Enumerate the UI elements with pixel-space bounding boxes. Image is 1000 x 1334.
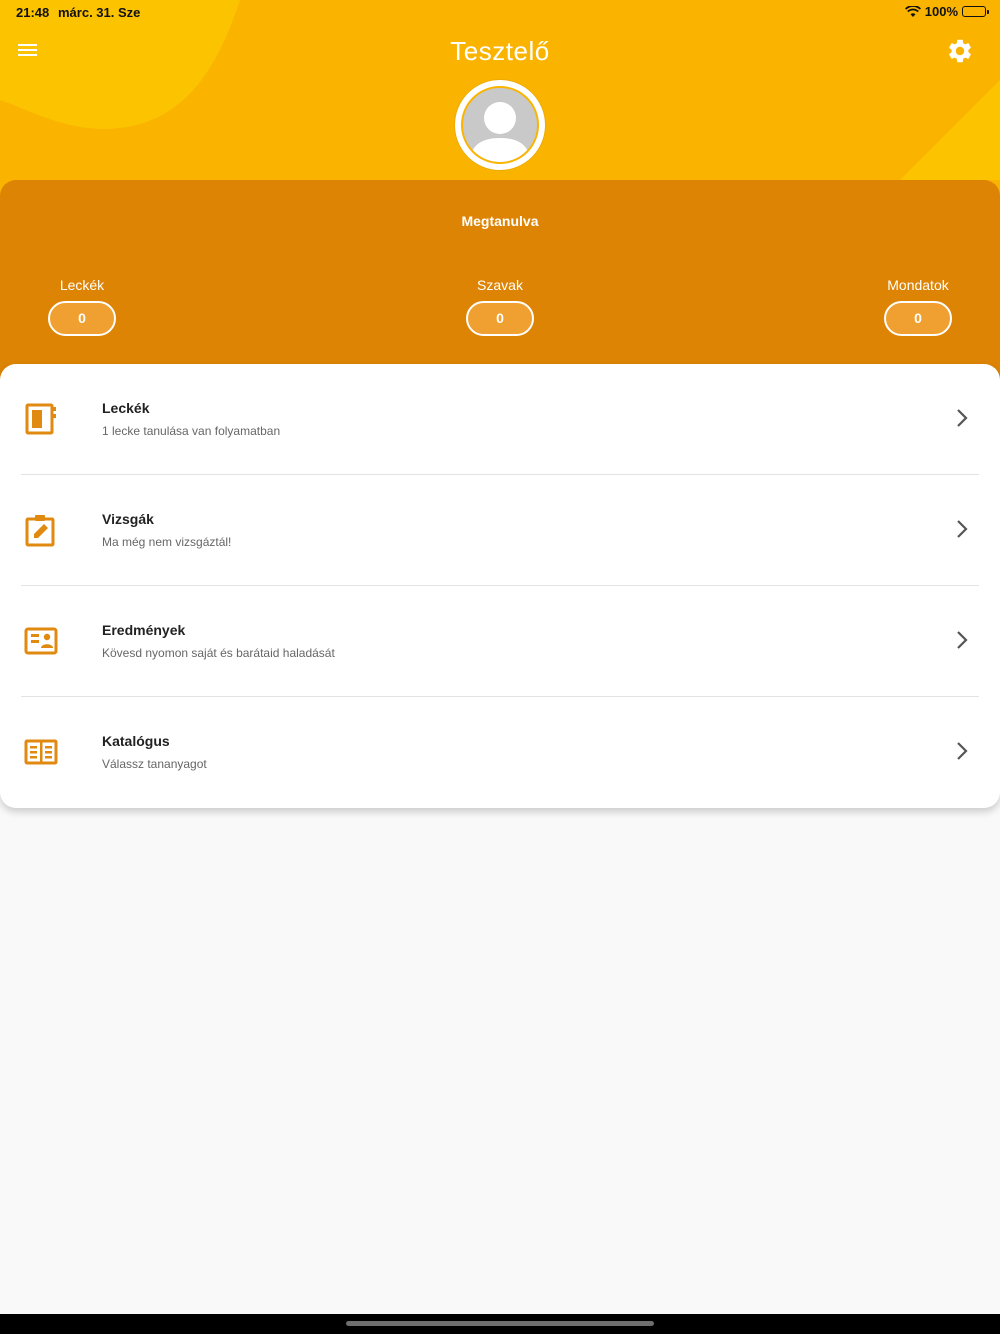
menu-item-title: Eredmények xyxy=(102,622,186,638)
chevron-right-icon xyxy=(957,631,968,649)
chevron-right-icon xyxy=(957,742,968,760)
stat-label: Leckék xyxy=(59,277,105,293)
menu-item-title: Leckék xyxy=(102,400,150,416)
chevron-right-icon xyxy=(957,409,968,427)
app-header: 21:48 márc. 31. Sze 100% Tesztelő xyxy=(0,0,1000,210)
stat-lessons: Leckék 0 xyxy=(22,277,142,336)
status-time: 21:48 xyxy=(16,5,50,20)
menu-card: Leckék 1 lecke tanulása van folyamatban … xyxy=(0,364,1000,808)
menu-item-subtitle: Kövesd nyomon saját és barátaid haladásá… xyxy=(102,646,335,660)
gear-icon xyxy=(949,39,971,63)
menu-item-lessons[interactable]: Leckék 1 lecke tanulása van folyamatban xyxy=(0,364,1000,475)
stat-value: 0 xyxy=(884,301,952,336)
menu-item-title: Vizsgák xyxy=(102,511,154,527)
stats-title: Megtanulva xyxy=(461,213,539,229)
battery-percent: 100% xyxy=(924,4,958,19)
menu-item-subtitle: 1 lecke tanulása van folyamatban xyxy=(102,424,281,438)
menu-item-exams[interactable]: Vizsgák Ma még nem vizsgáztál! xyxy=(0,475,1000,586)
notebook-icon xyxy=(25,403,56,435)
menu-item-title: Katalógus xyxy=(102,733,170,749)
stat-words: Szavak 0 xyxy=(440,277,560,336)
avatar[interactable] xyxy=(455,80,545,170)
learned-stats-panel: Megtanulva Leckék 0 Szavak 0 Mondatok 0 xyxy=(0,180,1000,380)
stat-value: 0 xyxy=(466,301,534,336)
stat-label: Mondatok xyxy=(887,277,949,293)
stat-value: 0 xyxy=(48,301,116,336)
contact-card-icon xyxy=(24,627,58,655)
menu-item-subtitle: Válassz tananyagot xyxy=(102,757,207,771)
page-title: Tesztelő xyxy=(450,36,550,66)
settings-button[interactable] xyxy=(946,37,974,65)
wifi-icon xyxy=(904,5,921,17)
menu-item-subtitle: Ma még nem vizsgáztál! xyxy=(102,535,232,549)
menu-item-results[interactable]: Eredmények Kövesd nyomon saját és baráta… xyxy=(0,586,1000,697)
home-indicator[interactable] xyxy=(346,1321,654,1326)
stat-sentences: Mondatok 0 xyxy=(858,277,978,336)
menu-item-catalog[interactable]: Katalógus Válassz tananyagot xyxy=(0,697,1000,808)
user-avatar-icon xyxy=(469,102,531,162)
chevron-right-icon xyxy=(957,520,968,538)
status-date: márc. 31. Sze xyxy=(58,5,141,20)
status-bar: 21:48 márc. 31. Sze 100% xyxy=(0,0,1000,24)
stat-label: Szavak xyxy=(477,277,523,293)
battery-icon xyxy=(962,6,989,17)
status-right: 100% xyxy=(904,4,989,19)
clipboard-edit-icon xyxy=(25,515,55,547)
open-book-icon xyxy=(24,739,58,765)
